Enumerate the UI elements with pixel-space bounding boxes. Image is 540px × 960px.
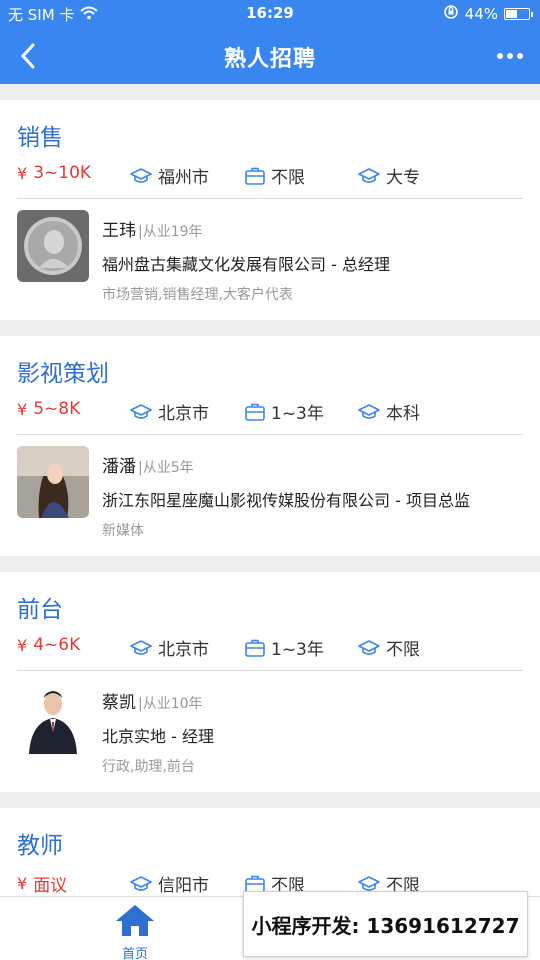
recruiter-company: 浙江东阳星座魔山影视传媒股份有限公司 - 项目总监 [102,491,470,510]
graduation-cap-icon [130,875,152,891]
recruiter-name: 蔡凯 [102,693,136,713]
more-button[interactable] [492,42,528,70]
tab-home[interactable]: 首页 [100,903,170,960]
salary: ¥5~8K [17,399,80,419]
recruiter-info: 潘潘 |从业5年 [102,452,194,477]
recruiter-name: 潘潘 [102,457,136,477]
divider [17,198,523,199]
salary-value: 5~8K [33,399,81,419]
graduation-cap-icon [358,167,380,183]
job-title: 销售 [17,125,63,151]
graduation-cap-icon [358,639,380,655]
graduation-cap-icon [358,403,380,419]
city-value: 信阳市 [158,876,209,896]
salary-value: 4~6K [33,635,81,655]
graduation-cap-icon [130,639,152,655]
briefcase-icon [245,639,265,657]
city: 信阳市 [130,871,209,896]
city-value: 北京市 [158,640,209,660]
briefcase-icon [245,167,265,185]
city-value: 福州市 [158,168,209,188]
experience-value: 1~3年 [271,404,324,424]
city: 北京市 [130,635,209,660]
home-icon [116,905,154,936]
experience: 不限 [245,163,305,188]
recruiter-years: |从业10年 [138,696,203,712]
job-attributes: ¥3~10K 福州市 不限 大专 [17,163,527,189]
salary: ¥4~6K [17,635,80,655]
recruiter-company: 北京实地 - 经理 [102,727,214,746]
experience: 1~3年 [245,635,324,660]
graduation-cap-icon [130,403,152,419]
avatar[interactable] [17,446,89,518]
page-title: 熟人招聘 [223,47,316,72]
recruiter-company: 福州盘古集藏文化发展有限公司 - 总经理 [102,255,390,274]
job-title: 教师 [17,833,63,859]
yen-icon: ¥ [17,874,28,893]
developer-contact-banner: 小程序开发: 13691612727 [243,891,528,957]
salary: ¥3~10K [17,163,91,183]
job-title: 影视策划 [17,361,109,387]
avatar[interactable] [17,210,89,282]
education: 本科 [358,399,420,424]
more-dot-icon [507,53,513,59]
briefcase-icon [245,875,265,893]
job-card[interactable]: 销售 ¥3~10K 福州市 不限 大专 王玮 |从业19年 福州盘古集藏文化发展… [0,100,540,320]
avatar[interactable] [17,682,89,754]
job-card[interactable]: 前台 ¥4~6K 北京市 1~3年 不限 蔡凯 |从业10年 北京实地 - 经理… [0,572,540,792]
salary-value: 3~10K [33,163,92,183]
recruiter-info: 蔡凯 |从业10年 [102,688,203,713]
education-value: 大专 [386,168,420,188]
job-card[interactable]: 教师 ¥ 面议 信阳市 不限 不限 [0,808,540,896]
more-dot-icon [517,53,523,59]
recruiter-info: 王玮 |从业19年 [102,216,203,241]
experience: 1~3年 [245,399,324,424]
job-attributes: ¥4~6K 北京市 1~3年 不限 [17,635,527,661]
city: 福州市 [130,163,209,188]
education-value: 不限 [386,640,420,660]
job-title: 前台 [17,597,63,623]
yen-icon: ¥ [17,399,28,419]
more-dot-icon [497,53,503,59]
experience-value: 1~3年 [271,640,324,660]
recruiter-name: 王玮 [102,221,136,241]
experience-value: 不限 [271,168,305,188]
divider [17,434,523,435]
graduation-cap-icon [130,167,152,183]
status-bar: 无 SIM 卡 16:29 44% [0,0,540,28]
yen-icon: ¥ [17,163,28,183]
city-value: 北京市 [158,404,209,424]
briefcase-icon [245,403,265,421]
salary-value: 面议 [33,876,68,896]
education: 不限 [358,635,420,660]
salary: ¥ 面议 [17,871,67,896]
city: 北京市 [130,399,209,424]
divider [17,670,523,671]
yen-icon: ¥ [17,635,28,655]
navbar: 熟人招聘 [0,28,540,84]
job-card[interactable]: 影视策划 ¥5~8K 北京市 1~3年 本科 潘潘 |从业5年 浙江东阳星座魔山… [0,336,540,556]
job-attributes: ¥5~8K 北京市 1~3年 本科 [17,399,527,425]
tab-home-label: 首页 [121,947,148,960]
recruiter-tags: 行政,助理,前台 [102,759,195,775]
orientation-lock-icon [443,4,459,24]
recruiter-tags: 市场营销,销售经理,大客户代表 [102,287,293,303]
recruiter-years: |从业5年 [138,460,194,476]
battery-icon [504,8,533,20]
battery-percent: 44% [464,5,498,23]
job-list: 销售 ¥3~10K 福州市 不限 大专 王玮 |从业19年 福州盘古集藏文化发展… [0,84,540,896]
education-value: 本科 [386,404,420,424]
recruiter-tags: 新媒体 [102,523,144,539]
education: 大专 [358,163,420,188]
recruiter-years: |从业19年 [138,224,203,240]
graduation-cap-icon [358,875,380,891]
